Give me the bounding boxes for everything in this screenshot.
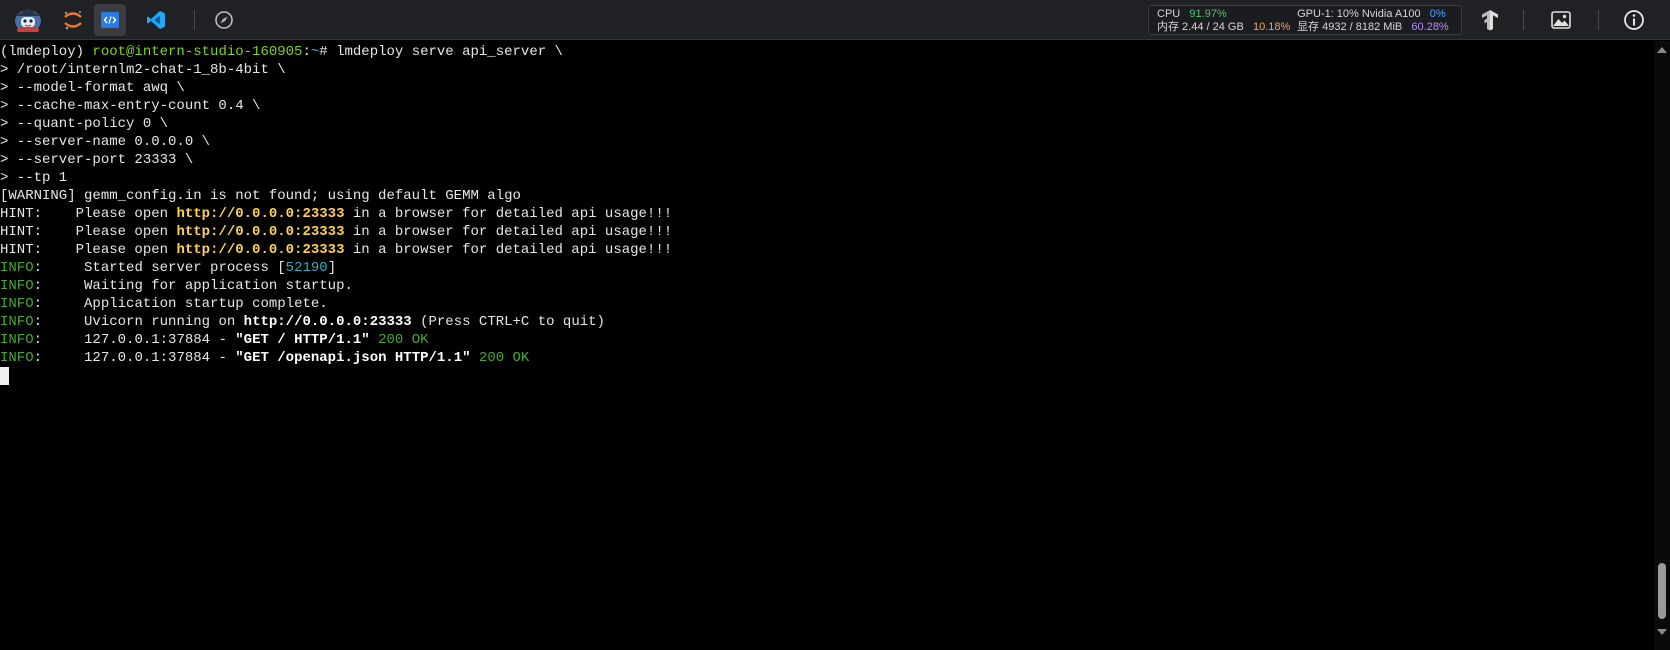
hint-prefix: HINT: Please open [0,224,177,240]
memory-stat: 内存 2.44 / 24 GB 10.18% [1157,21,1294,34]
tensorflow-button[interactable] [1474,4,1506,36]
continuation-line: > /root/internlm2-chat-1_8b-4bit \ [0,62,286,78]
info-label: INFO [0,296,34,312]
info-button[interactable] [1618,4,1650,36]
app-mascot-logo[interactable] [10,4,46,36]
hint-suffix: in a browser for detailed api usage!!! [344,224,673,240]
code-editor-icon [101,12,119,28]
hint-url[interactable]: http://0.0.0.0:23333 [176,242,344,258]
resource-monitor: CPU 91.97% GPU-1: 10% Nvidia A100 0% 内存 … [1148,5,1462,35]
vram-value: 60.28% [1411,21,1449,33]
terminal-scrollbar[interactable] [1654,41,1670,650]
info-text: Application startup complete. [84,296,328,312]
hint-suffix: in a browser for detailed api usage!!! [344,242,673,258]
info-line: INFO: Waiting for application startup. [0,277,1652,295]
memory-label: 内存 2.44 / 24 GB [1157,21,1244,33]
vscode-button[interactable] [140,4,172,36]
info-label: INFO [0,350,34,366]
hint-prefix: HINT: Please open [0,242,177,258]
continuation-line: > --server-port 23333 \ [0,152,194,168]
continuation-line: > --server-name 0.0.0.0 \ [0,134,211,150]
continuation-line: > --tp 1 [0,170,68,186]
info-text: Waiting for application startup. [84,278,353,294]
resource-row-memory: 内存 2.44 / 24 GB 10.18% 显存 4932 / 8182 Mi… [1157,21,1449,34]
cpu-stat: CPU 91.97% [1157,8,1294,21]
response-status: 200 OK [470,350,530,366]
vscode-icon [147,11,165,29]
info-text: (Press CTRL+C to quit) [411,314,605,330]
info-text: Uvicorn running on [84,314,244,330]
hint-line: HINT: Please open http://0.0.0.0:23333 i… [0,205,1652,223]
client-address: 127.0.0.1:37884 - [84,350,236,366]
gpu-stat: GPU-1: 10% Nvidia A100 0% [1297,8,1446,21]
info-label: INFO [0,260,34,276]
info-text: Started server process [ [84,260,286,276]
terminal-tab-button[interactable] [94,4,126,36]
hint-prefix: HINT: Please open [0,206,177,222]
toolbar-divider [1523,10,1524,30]
jupyter-icon [64,11,82,30]
request-line: "GET / HTTP/1.1" [235,332,370,348]
info-line: INFO: Started server process [52190] [0,259,1652,277]
hint-url[interactable]: http://0.0.0.0:23333 [176,206,344,222]
info-line: INFO: Uvicorn running on http://0.0.0.0:… [0,313,1652,331]
vram-stat: 显存 4932 / 8182 MiB 60.28% [1297,21,1449,34]
gpu-label: GPU-1: 10% Nvidia A100 [1297,8,1421,20]
vram-label: 显存 4932 / 8182 MiB [1297,21,1403,33]
info-text: ] [327,260,337,276]
hint-line: HINT: Please open http://0.0.0.0:23333 i… [0,241,1652,259]
terminal-cursor [0,367,9,385]
info-label: INFO [0,314,34,330]
continuation-line: > --cache-max-entry-count 0.4 \ [0,98,261,114]
scrollbar-thumb[interactable] [1658,563,1666,619]
access-log-line: INFO: 127.0.0.1:37884 - "GET /openapi.js… [0,349,1652,367]
hint-url[interactable]: http://0.0.0.0:23333 [176,224,344,240]
uvicorn-url[interactable]: http://0.0.0.0:23333 [244,314,412,330]
prompt-command: # lmdeploy serve api_server \ [319,44,563,60]
response-status: 200 OK [369,332,429,348]
continuation-line: > --model-format awq \ [0,80,185,96]
scroll-down-arrow-icon[interactable] [1657,629,1667,635]
info-label: INFO [0,278,34,294]
client-address: 127.0.0.1:37884 - [84,332,236,348]
compass-icon [215,11,233,29]
gpu-value: 0% [1429,8,1446,20]
access-log-line: INFO: 127.0.0.1:37884 - "GET / HTTP/1.1"… [0,331,1652,349]
prompt-user-host: root@intern-studio-160905 [92,44,303,60]
request-line: "GET /openapi.json HTTP/1.1" [235,350,471,366]
jupyter-button[interactable] [57,4,89,36]
info-colon: : [33,350,85,366]
resource-row-cpu-gpu: CPU 91.97% GPU-1: 10% Nvidia A100 0% [1157,8,1446,21]
hint-suffix: in a browser for detailed api usage!!! [344,206,673,222]
info-colon: : [33,278,85,294]
info-colon: : [33,332,85,348]
info-icon [1624,10,1644,30]
scroll-up-arrow-icon[interactable] [1657,47,1667,53]
toolbar-divider [1598,10,1599,30]
terminal-output[interactable]: (lmdeploy) root@intern-studio-160905:~# … [0,41,1652,650]
info-colon: : [33,296,85,312]
conda-env: (lmdeploy) [0,44,93,60]
top-toolbar: CPU 91.97% GPU-1: 10% Nvidia A100 0% 内存 … [0,0,1670,40]
info-colon: : [33,260,85,276]
mascot-icon [15,8,41,32]
cpu-label: CPU [1157,8,1181,20]
info-label: INFO [0,332,34,348]
cursor-line [0,367,1652,385]
info-colon: : [33,314,85,330]
process-id: 52190 [285,260,328,276]
info-line: INFO: Application startup complete. [0,295,1652,313]
hint-line: HINT: Please open http://0.0.0.0:23333 i… [0,223,1652,241]
tensorflow-icon [1482,10,1498,31]
toolbar-divider [194,10,195,30]
image-gallery-icon [1551,11,1571,29]
warning-line: [WARNING] gemm_config.in is not found; u… [0,188,521,204]
image-button[interactable] [1545,4,1577,36]
prompt-colon: : [302,44,311,60]
memory-value: 10.18% [1253,21,1291,33]
continuation-line: > --quant-policy 0 \ [0,116,169,132]
command-prompt-line: (lmdeploy) root@intern-studio-160905:~# … [0,43,1652,61]
cpu-value: 91.97% [1189,8,1227,20]
explore-button[interactable] [208,4,240,36]
